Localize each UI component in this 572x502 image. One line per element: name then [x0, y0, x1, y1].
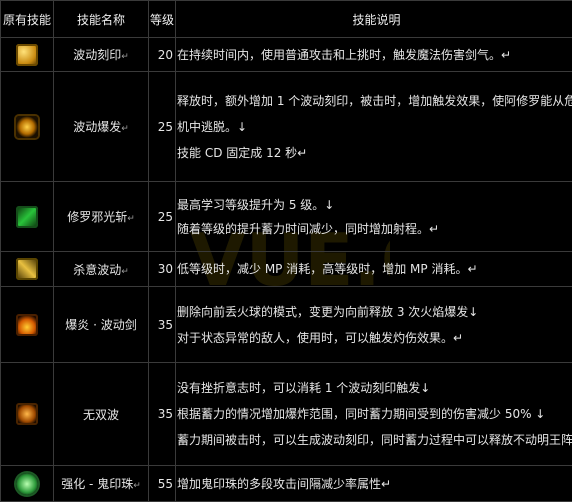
asura-slash-icon — [16, 206, 38, 228]
header-level: 等级 — [149, 1, 176, 38]
header-original-skill: 原有技能 — [1, 1, 54, 38]
skill-table: 原有技能 技能名称 等级 技能说明 波动刻印↵ 20 在持续时间内，使用普通攻击… — [0, 0, 572, 502]
skill-description: 低等级时，减少 MP 消耗，高等级时，增加 MP 消耗。↵ — [177, 255, 572, 283]
header-skill-name: 技能名称 — [54, 1, 149, 38]
skill-description: 在持续时间内，使用普通攻击和上挑时，触发魔法伤害剑气。↵ — [177, 41, 572, 69]
skill-description: 机中逃脱。↓ — [177, 109, 572, 141]
killing-wave-icon — [16, 258, 38, 280]
skill-description: 随着等级的提升蓄力时间减少，同时增加射程。↵ — [177, 215, 572, 243]
table-row: 修罗邪光斩↵ 25 最高学习等级提升为 5 级。↓ 随着等级的提升蓄力时间减少，… — [1, 182, 572, 252]
unmatched-wave-icon — [16, 403, 38, 425]
skill-level: 35 — [149, 363, 176, 466]
table-row: 无双波 35 没有挫折意志时，可以消耗 1 个波动刻印触发↓ 根据蓄力的情况增加… — [1, 363, 572, 466]
skill-description: 删除向前丢火球的模式，变更为向前释放 3 次火焰爆发↓ — [177, 298, 572, 322]
table-header-row: 原有技能 技能名称 等级 技能说明 — [1, 1, 572, 38]
skill-name: 杀意波动 — [73, 263, 121, 277]
table-row: 波动爆发↵ 25 释放时，额外增加 1 个波动刻印，被击时，增加触发效果，使阿修… — [1, 72, 572, 182]
skill-name: 波动刻印 — [73, 48, 121, 62]
flame-sword-icon — [16, 314, 38, 336]
table-row: 爆炎 · 波动剑 35 删除向前丢火球的模式，变更为向前释放 3 次火焰爆发↓ … — [1, 287, 572, 363]
skill-name: 强化 - 鬼印珠 — [61, 477, 133, 491]
wave-seal-icon — [16, 44, 38, 66]
wave-burst-icon — [16, 116, 38, 138]
skill-level: 55 — [149, 466, 176, 502]
ghost-bead-icon — [16, 473, 38, 495]
table-row: 波动刻印↵ 20 在持续时间内，使用普通攻击和上挑时，触发魔法伤害剑气。↵ — [1, 38, 572, 72]
skill-name: 修罗邪光斩 — [67, 210, 127, 224]
skill-description: 没有挫折意志时，可以消耗 1 个波动刻印触发↓ — [177, 374, 572, 396]
skill-description: 最高学习等级提升为 5 级。↓ — [177, 191, 572, 215]
skill-description: 释放时，额外增加 1 个波动刻印，被击时，增加触发效果，使阿修罗能从危 — [177, 87, 572, 109]
skill-level: 20 — [149, 38, 176, 72]
skill-description: 对于状态异常的敌人，使用时，可以触发灼伤效果。↵ — [177, 322, 572, 352]
skill-name: 无双波 — [83, 408, 119, 422]
skill-level: 25 — [149, 72, 176, 182]
skill-level: 35 — [149, 287, 176, 363]
header-description: 技能说明 — [176, 1, 572, 38]
skill-description: 增加鬼印珠的多段攻击间隔减少率属性↵ — [177, 470, 572, 498]
skill-name: 爆炎 · 波动剑 — [65, 318, 136, 332]
skill-name: 波动爆发 — [73, 120, 121, 134]
skill-level: 30 — [149, 252, 176, 287]
skill-description: 蓄力期间被击时，可以生成波动刻印，同时蓄力过程中可以释放不动明王阵 — [177, 422, 572, 454]
skill-description: 技能 CD 固定成 12 秒↵ — [177, 141, 572, 167]
skill-level: 25 — [149, 182, 176, 252]
table-row: 杀意波动↵ 30 低等级时，减少 MP 消耗，高等级时，增加 MP 消耗。↵ — [1, 252, 572, 287]
table-row: 强化 - 鬼印珠↵ 55 增加鬼印珠的多段攻击间隔减少率属性↵ — [1, 466, 572, 502]
skill-description: 根据蓄力的情况增加爆炸范围，同时蓄力期间受到的伤害减少 50% ↓ — [177, 396, 572, 422]
